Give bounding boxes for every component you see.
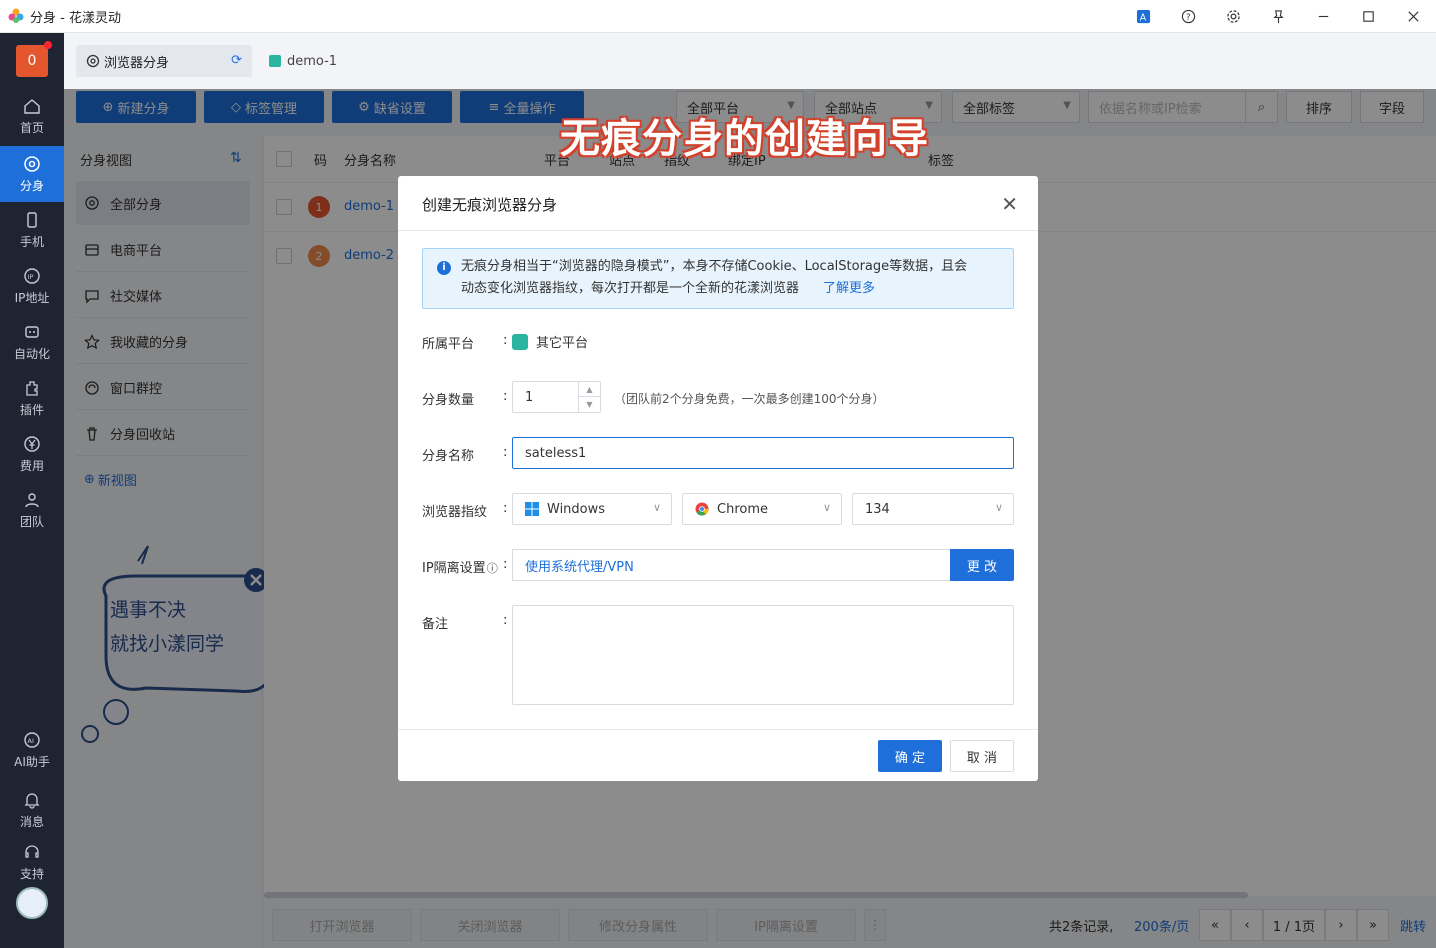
svg-text:?: ? <box>1186 12 1190 22</box>
rail-item-browser[interactable]: 分身 <box>0 146 64 202</box>
dialog-header: 创建无痕浏览器分身 ✕ <box>398 176 1038 231</box>
help-icon[interactable]: ? <box>1166 0 1211 33</box>
bell-icon <box>24 792 40 809</box>
rail-item-home[interactable]: 首页 <box>0 88 64 144</box>
app-logo-icon <box>8 8 24 23</box>
close-icon[interactable] <box>1391 0 1436 33</box>
platform-value: 其它平台 <box>512 332 588 351</box>
count-hint: （团队前2个分身免费，一次最多创建100个分身） <box>614 392 885 406</box>
browser-icon <box>86 54 100 68</box>
remark-label: 备注 <box>422 617 449 632</box>
create-incognito-dialog: 创建无痕浏览器分身 ✕ i 无痕分身相当于“浏览器的隐身模式”，本身不存储Coo… <box>398 176 1038 781</box>
ip-icon: IP <box>24 267 40 284</box>
refresh-icon[interactable]: ⟳ <box>231 53 242 68</box>
plugin-icon <box>26 380 38 396</box>
svg-text:A: A <box>1140 12 1147 23</box>
platform-icon <box>512 333 528 350</box>
rail-item-billing[interactable]: 费用 <box>0 426 64 482</box>
info-icon: i <box>437 261 451 275</box>
pin-icon[interactable] <box>1256 0 1301 33</box>
window-title: 分身 - 花漾灵动 <box>30 10 121 26</box>
remark-textarea[interactable] <box>512 605 1014 705</box>
tab-demo-1[interactable]: demo-1 <box>269 45 337 77</box>
tab-browser-profiles[interactable]: 浏览器分身 ⟳ <box>76 45 252 77</box>
count-stepper[interactable]: 1 ▲ ▼ <box>512 381 601 413</box>
svg-text:IP: IP <box>28 273 34 281</box>
count-label: 分身数量 <box>422 393 475 408</box>
info-line-2: 动态变化浏览器指纹，每次打开都是一个全新的花漾浏览器 <box>461 281 800 296</box>
windows-icon <box>525 502 539 516</box>
help-icon[interactable]: ⓘ <box>487 562 498 575</box>
notification-dot <box>44 41 52 49</box>
os-select[interactable]: Windows ∨ <box>512 493 672 525</box>
rail-item-ai[interactable]: AI AI助手 <box>0 722 64 778</box>
browser-select[interactable]: Chrome ∨ <box>682 493 842 525</box>
rail-item-plugin[interactable]: 插件 <box>0 370 64 426</box>
headset-icon <box>25 844 39 858</box>
maximize-icon[interactable] <box>1346 0 1391 33</box>
phone-icon <box>27 211 37 228</box>
chevron-down-icon: ∨ <box>652 501 661 514</box>
ip-label: IP隔离设置ⓘ <box>422 561 498 576</box>
robot-icon <box>25 325 39 338</box>
cancel-button[interactable]: 取 消 <box>950 740 1014 772</box>
stepper-down-icon[interactable]: ▼ <box>579 397 600 412</box>
chevron-down-icon: ∨ <box>822 501 831 514</box>
fingerprint-label: 浏览器指纹 <box>422 505 488 520</box>
close-icon[interactable]: ✕ <box>1001 192 1018 216</box>
rail-item-automation[interactable]: 自动化 <box>0 314 64 370</box>
name-label: 分身名称 <box>422 449 475 464</box>
change-ip-button[interactable]: 更 改 <box>950 549 1014 581</box>
team-avatar[interactable]: 0 <box>16 45 48 77</box>
confirm-button[interactable]: 确 定 <box>878 740 942 772</box>
stepper-up-icon[interactable]: ▲ <box>579 382 600 397</box>
tab-bar: 浏览器分身 ⟳ demo-1 <box>64 33 1436 89</box>
browser-icon <box>24 155 40 172</box>
team-icon <box>25 492 39 507</box>
home-icon <box>24 98 40 114</box>
ai-icon: AI <box>24 731 40 748</box>
settings-icon[interactable] <box>1211 0 1256 33</box>
version-select[interactable]: 134 ∨ <box>852 493 1014 525</box>
guide-banner: 无痕分身的创建向导 <box>560 116 929 162</box>
chrome-icon <box>695 502 709 516</box>
rail-item-phone[interactable]: 手机 <box>0 202 64 258</box>
rail-item-team[interactable]: 团队 <box>0 482 64 538</box>
title-bar: 分身 - 花漾灵动 A ? <box>0 0 1436 33</box>
platform-label: 所属平台 <box>422 337 475 352</box>
translate-icon[interactable]: A <box>1121 0 1166 33</box>
rail-item-support[interactable]: 支持 <box>0 834 64 890</box>
dialog-footer-divider <box>398 729 1038 730</box>
info-line-1: 无痕分身相当于“浏览器的隐身模式”，本身不存储Cookie、LocalStora… <box>461 259 968 274</box>
rail-item-ip[interactable]: IP IP地址 <box>0 258 64 314</box>
profile-name-input[interactable]: sateless1 <box>512 437 1014 469</box>
svg-text:AI: AI <box>28 737 34 745</box>
minimize-icon[interactable] <box>1301 0 1346 33</box>
chevron-down-icon: ∨ <box>994 501 1003 514</box>
rail-item-messages[interactable]: 消息 <box>0 782 64 838</box>
learn-more-link[interactable]: 了解更多 <box>823 281 875 296</box>
info-alert: i 无痕分身相当于“浏览器的隐身模式”，本身不存储Cookie、LocalSto… <box>422 248 1014 309</box>
dialog-title: 创建无痕浏览器分身 <box>422 196 558 214</box>
ip-proxy-value[interactable]: 使用系统代理/VPN <box>512 549 950 581</box>
user-avatar[interactable] <box>16 887 48 919</box>
left-rail: 0 首页 分身 手机 IP IP地址 自动化 插件 费用 团队 AI AI助手 … <box>0 33 64 948</box>
platform-icon <box>269 55 281 67</box>
yen-icon <box>24 435 40 452</box>
